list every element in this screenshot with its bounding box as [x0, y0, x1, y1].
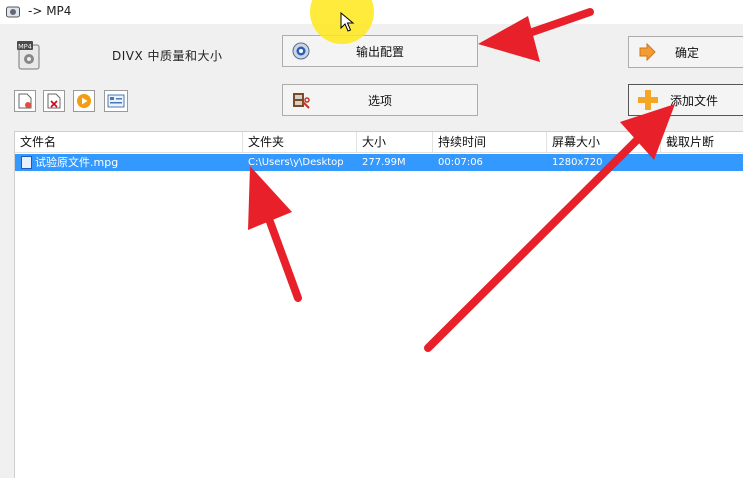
arrow-right-icon	[639, 42, 656, 62]
mp4-file-icon: MP4	[17, 41, 40, 70]
plus-icon	[638, 90, 658, 110]
play-button[interactable]	[73, 90, 95, 112]
column-header-clip[interactable]: 截取片断	[661, 132, 743, 152]
list-header: 文件名 文件夹 大小 持续时间 屏幕大小 截取片断	[15, 132, 743, 153]
ok-label: 确定	[674, 45, 699, 60]
svg-text:MP4: MP4	[18, 43, 32, 51]
app-icon	[6, 6, 20, 18]
play-icon	[77, 94, 91, 108]
media-info-button[interactable]	[104, 90, 128, 112]
gear-icon	[292, 42, 310, 60]
cell-duration: 00:07:06	[438, 157, 483, 168]
column-header-screen-size[interactable]: 屏幕大小	[547, 132, 661, 152]
new-file-icon	[18, 93, 32, 109]
cell-size: 277.99M	[362, 157, 406, 168]
file-icon	[21, 156, 32, 169]
output-config-button[interactable]: 输出配置	[282, 35, 478, 67]
delete-file-icon	[47, 93, 61, 109]
delete-file-button[interactable]	[43, 90, 65, 112]
ok-button[interactable]: 确定	[628, 36, 743, 68]
cell-name: 试验原文件.mpg	[35, 156, 119, 169]
film-tools-icon	[293, 93, 310, 109]
file-list[interactable]: 文件名 文件夹 大小 持续时间 屏幕大小 截取片断 试验原文件.mpg C:\U…	[14, 131, 743, 478]
column-header-duration[interactable]: 持续时间	[433, 132, 547, 152]
window-title: -> MP4	[28, 4, 72, 18]
add-file-label: 添加文件	[669, 93, 718, 108]
column-header-size[interactable]: 大小	[357, 132, 433, 152]
table-row[interactable]: 试验原文件.mpg C:\Users\y\Desktop 277.99M 00:…	[15, 154, 743, 171]
new-file-button[interactable]	[14, 90, 36, 112]
options-button[interactable]: 选项	[282, 84, 478, 116]
output-config-label: 输出配置	[355, 44, 404, 59]
column-header-folder[interactable]: 文件夹	[243, 132, 357, 152]
media-info-icon	[107, 94, 125, 108]
mouse-cursor-icon	[340, 12, 355, 32]
profile-label: DIVX 中质量和大小	[112, 49, 223, 63]
options-label: 选项	[367, 93, 392, 108]
cell-screen-size: 1280x720	[552, 157, 603, 168]
column-header-name[interactable]: 文件名	[15, 132, 243, 152]
add-file-button[interactable]: 添加文件	[628, 84, 743, 116]
cell-folder: C:\Users\y\Desktop	[248, 157, 344, 168]
